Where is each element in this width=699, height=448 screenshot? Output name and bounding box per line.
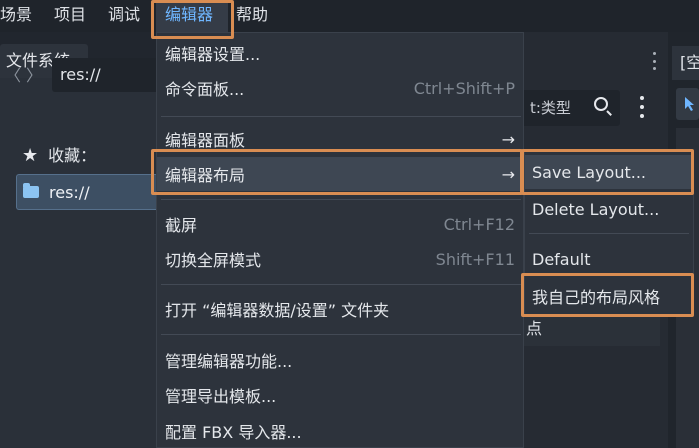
item-label: 编辑器布局: [165, 166, 246, 185]
favorites-row[interactable]: ★ 收藏：: [22, 144, 96, 168]
cursor-icon: [685, 97, 694, 111]
toggle-fullscreen-item[interactable]: 切换全屏模式 Shift+F11: [157, 242, 523, 276]
filesystem-dock: 文件系统: [0, 32, 160, 448]
editor-layout-item[interactable]: 编辑器布局 →: [157, 157, 523, 191]
item-shortcut: Shift+F11: [435, 249, 515, 269]
back-arrow-icon[interactable]: 〈: [5, 62, 21, 86]
menu-separator: [161, 284, 521, 285]
editor-docks-item[interactable]: 编辑器面板 →: [157, 122, 523, 156]
menu-help[interactable]: 帮助: [236, 0, 268, 32]
item-label: 管理导出模板...: [165, 387, 277, 406]
default-layout-item[interactable]: Default: [525, 242, 693, 276]
star-icon: ★: [22, 145, 39, 166]
menu-separator: [529, 233, 689, 234]
menu-editor[interactable]: 编辑器: [156, 0, 228, 32]
delete-layout-item[interactable]: Delete Layout...: [525, 192, 693, 226]
open-data-folder-item[interactable]: 打开 “编辑器数据/设置” 文件夹: [157, 292, 523, 326]
item-label: 管理编辑器功能...: [165, 352, 293, 371]
res-root-label: res://: [49, 182, 90, 202]
folder-icon: [23, 183, 39, 198]
item-label: 截屏: [165, 216, 198, 235]
dock-menu-icon[interactable]: [653, 52, 657, 70]
favorites-label: 收藏：: [48, 146, 97, 165]
menu-project[interactable]: 项目: [54, 0, 86, 32]
res-root-item[interactable]: res://: [16, 174, 160, 210]
editor-menu-dropdown: 编辑器设置... 命令面板... Ctrl+Shift+P 编辑器面板 → 编辑…: [156, 32, 524, 448]
menu-separator: [161, 199, 521, 200]
editor-settings-item[interactable]: 编辑器设置...: [157, 36, 523, 70]
path-field[interactable]: res://: [52, 58, 160, 92]
configure-fbx-item[interactable]: 配置 FBX 导入器...: [157, 414, 523, 448]
custom-layout-item[interactable]: 我自己的布局风格: [525, 279, 693, 313]
item-label: 配置 FBX 导入器...: [165, 423, 302, 442]
submenu-arrow-icon: →: [501, 129, 515, 149]
layout-submenu: Save Layout... Delete Layout... Default …: [524, 150, 694, 316]
filesystem-panel: [0, 78, 160, 448]
menu-separator: [161, 334, 521, 335]
item-shortcut: Ctrl+F12: [443, 214, 515, 234]
item-label: 切换全屏模式: [165, 251, 262, 270]
inspector-field-label: 点: [526, 319, 543, 338]
more-options-icon[interactable]: [640, 96, 644, 118]
menu-separator: [161, 116, 521, 117]
item-label: 打开 “编辑器数据/设置” 文件夹: [165, 301, 390, 320]
item-shortcut: Ctrl+Shift+P: [413, 78, 515, 98]
screenshot-item[interactable]: 截屏 Ctrl+F12: [157, 207, 523, 241]
forward-arrow-icon[interactable]: 〉: [26, 62, 42, 86]
item-label: 编辑器面板: [165, 131, 246, 150]
manage-export-templates-item[interactable]: 管理导出模板...: [157, 378, 523, 412]
search-icon[interactable]: [594, 97, 608, 111]
scene-tab-partial[interactable]: [空: [672, 46, 699, 80]
submenu-arrow-icon: →: [501, 164, 515, 184]
menu-debug[interactable]: 调试: [108, 0, 140, 32]
menu-bar: 场景 项目 调试 编辑器 帮助: [0, 0, 699, 32]
item-label: 编辑器设置...: [165, 45, 261, 64]
select-tool-button[interactable]: [676, 88, 699, 120]
save-layout-item[interactable]: Save Layout...: [525, 155, 693, 189]
item-label: 命令面板...: [165, 80, 245, 99]
command-palette-item[interactable]: 命令面板... Ctrl+Shift+P: [157, 71, 523, 105]
menu-scene[interactable]: 场景: [0, 0, 32, 32]
manage-features-item[interactable]: 管理编辑器功能...: [157, 343, 523, 377]
